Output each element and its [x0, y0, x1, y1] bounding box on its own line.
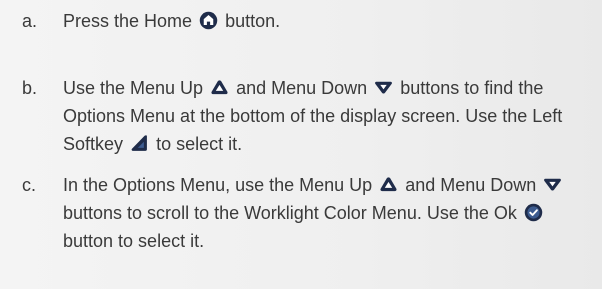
menu-up-button-icon [379, 175, 398, 194]
ok-button-icon [524, 203, 543, 222]
step-text-part: In the Options Menu, use the Menu Up [63, 175, 373, 195]
instruction-steps: a. Press the Home button. b. Use the Men… [0, 0, 602, 289]
step-text-part: button to select it. [63, 231, 205, 251]
step-letter: a. [22, 11, 38, 31]
menu-down-button-icon [543, 175, 562, 194]
step-text-part: and Menu Down [405, 175, 537, 195]
step-text-part: and Menu Down [236, 78, 368, 98]
left-softkey-icon [130, 134, 149, 153]
step-text: In the Options Menu, use the Menu Up and… [63, 171, 599, 255]
step-letter: c. [22, 175, 37, 195]
step-letter: b. [22, 78, 38, 98]
step-text: Press the Home button. [63, 7, 599, 35]
step-text-part: button. [225, 11, 281, 31]
step-text-part: Use the Menu Up [63, 78, 204, 98]
home-button-icon [199, 11, 218, 30]
step-text: Use the Menu Up and Menu Down buttons to… [63, 74, 599, 158]
step-text-part: to select it. [156, 134, 243, 154]
step-text-part: buttons to scroll to the Worklight Color… [63, 203, 517, 223]
menu-down-button-icon [374, 78, 393, 97]
menu-up-button-icon [210, 78, 229, 97]
step-text-part: Press the Home [63, 11, 193, 31]
